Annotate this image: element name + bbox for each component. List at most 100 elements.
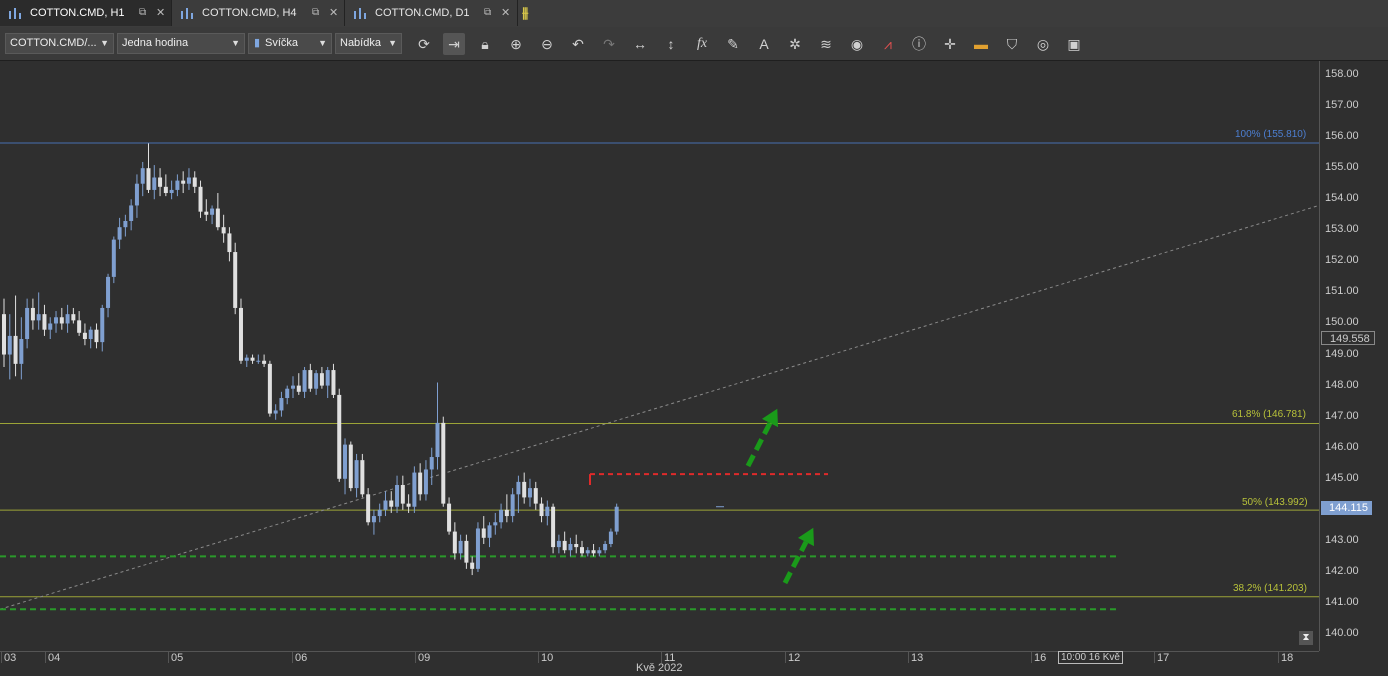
chevron-down-icon: ▼: [100, 38, 109, 48]
redo-icon[interactable]: ↷: [598, 33, 620, 55]
bear-candle: [551, 506, 556, 548]
bear-candle: [470, 562, 475, 569]
bear-candle: [250, 357, 255, 361]
time-tick-mark: [908, 651, 909, 663]
bear-candle: [319, 373, 324, 386]
bull-candle: [111, 239, 116, 277]
cursor-time-label: 10:00 16 Kvě: [1058, 651, 1123, 664]
bull-candle: [279, 398, 284, 411]
bull-candle: [291, 385, 295, 389]
horizontal-scale-icon[interactable]: ↔: [629, 33, 651, 55]
bear-candle: [366, 494, 371, 523]
bear-candle: [580, 547, 584, 554]
vertical-scale-icon[interactable]: ↕: [660, 33, 682, 55]
bull-candle: [435, 422, 440, 458]
bull-candle: [186, 177, 191, 184]
chart-area[interactable]: [0, 61, 1319, 651]
undo-icon[interactable]: ↶: [567, 33, 589, 55]
bear-candle: [42, 314, 47, 330]
current-price-marker: 144.115: [1321, 501, 1372, 515]
bear-candle: [181, 180, 186, 184]
bull-candle: [25, 307, 30, 340]
fib-618-label: 61.8% (146.781): [1232, 409, 1306, 420]
period-select[interactable]: Jedna hodina ▼: [117, 33, 245, 54]
bear-candle: [481, 528, 486, 538]
zoom-in-icon[interactable]: ⊕: [505, 33, 527, 55]
tab-cotton-d1[interactable]: COTTON.CMD, D1 ⧉ ✕: [345, 0, 518, 26]
bull-candle: [493, 522, 498, 526]
bear-candle: [77, 320, 82, 333]
bull-candle: [36, 314, 41, 321]
zoom-out-icon[interactable]: ⊖: [536, 33, 558, 55]
time-tick-mark: [785, 651, 786, 663]
time-tick-label: 04: [48, 652, 61, 664]
chart-toolbar: COTTON.CMD/... ▼ Jedna hodina ▼ ▮ Svíčka…: [0, 27, 1388, 61]
bear-candle: [562, 540, 567, 551]
tab-label: COTTON.CMD, D1: [375, 7, 470, 19]
bear-candle: [452, 531, 457, 554]
bull-candle: [510, 494, 515, 517]
chevron-down-icon: ▼: [388, 38, 397, 48]
bear-candle: [574, 544, 579, 548]
bear-candle: [192, 177, 197, 187]
fib-382-label: 38.2% (141.203): [1233, 583, 1307, 594]
price-side-select[interactable]: Nabídka ▼: [335, 33, 402, 54]
bull-candle: [129, 205, 134, 221]
price-tick-label: 158.00: [1325, 68, 1359, 80]
bull-candle: [65, 314, 70, 324]
shift-chart-icon[interactable]: ⇥: [443, 33, 465, 55]
color-bar-icon[interactable]: ▬: [970, 33, 992, 55]
close-icon[interactable]: ✕: [329, 6, 338, 19]
tab-cotton-h4[interactable]: COTTON.CMD, H4 ⧉ ✕: [172, 0, 345, 26]
price-tick-label: 157.00: [1325, 99, 1359, 112]
price-tick-label: 143.00: [1325, 533, 1359, 546]
crosshair-star-icon[interactable]: ✲: [784, 33, 806, 55]
text-tool-icon[interactable]: A: [753, 33, 775, 55]
bull-candle: [175, 180, 180, 190]
bull-candle: [244, 357, 249, 361]
bear-candle: [158, 177, 163, 187]
trend-arrow-shaft: [782, 540, 809, 585]
save-icon[interactable]: ▣: [1063, 33, 1085, 55]
pencil-icon[interactable]: ✎: [722, 33, 744, 55]
bull-candle: [343, 444, 348, 479]
hourglass-icon[interactable]: ⧗: [1299, 631, 1313, 645]
add-chart-icon[interactable]: ⫵: [522, 4, 528, 21]
time-tick-mark: [415, 651, 416, 663]
bear-candle: [331, 370, 336, 395]
trendline: [0, 204, 1319, 610]
close-icon[interactable]: ✕: [156, 6, 165, 19]
bear-candle: [418, 472, 423, 495]
instrument-select[interactable]: COTTON.CMD/... ▼: [5, 33, 114, 54]
lock-icon[interactable]: 🔒︎: [474, 33, 496, 55]
price-tick-label: 147.00: [1325, 409, 1359, 422]
paint-bucket-icon[interactable]: ⛉: [1001, 33, 1023, 55]
bull-candle: [152, 177, 157, 190]
price-chart[interactable]: [0, 61, 1319, 651]
price-tick-label: 140.00: [1325, 627, 1359, 640]
popout-icon[interactable]: ⧉: [484, 7, 491, 18]
popout-icon[interactable]: ⧉: [312, 7, 319, 18]
bear-candle: [296, 385, 301, 392]
bull-candle: [516, 481, 521, 495]
tab-cotton-h1[interactable]: COTTON.CMD, H1 ⧉ ✕: [0, 0, 172, 26]
chart-type-select[interactable]: ▮ Svíčka ▼: [248, 33, 332, 54]
bear-candle: [94, 329, 99, 343]
bull-candle: [325, 370, 330, 386]
layers-icon[interactable]: ≋: [815, 33, 837, 55]
candle-type-icon: ▮: [254, 37, 261, 49]
popout-icon[interactable]: ⧉: [139, 7, 146, 18]
indicators-icon[interactable]: fx: [691, 33, 713, 55]
alert-chart-icon[interactable]: ⩘: [877, 33, 899, 55]
price-tick-label: 141.00: [1325, 596, 1359, 609]
eye-icon[interactable]: ◉: [846, 33, 868, 55]
crosshair-icon[interactable]: ✛: [939, 33, 961, 55]
fib-100-label: 100% (155.810): [1235, 129, 1307, 140]
info-icon[interactable]: ⓘ: [908, 33, 930, 55]
close-icon[interactable]: ✕: [501, 6, 510, 19]
bull-candle: [117, 227, 122, 240]
refresh-icon[interactable]: ⟳: [413, 33, 435, 55]
template-icon[interactable]: ◎: [1032, 33, 1054, 55]
time-tick-mark: [45, 651, 46, 663]
bear-candle: [308, 370, 313, 389]
